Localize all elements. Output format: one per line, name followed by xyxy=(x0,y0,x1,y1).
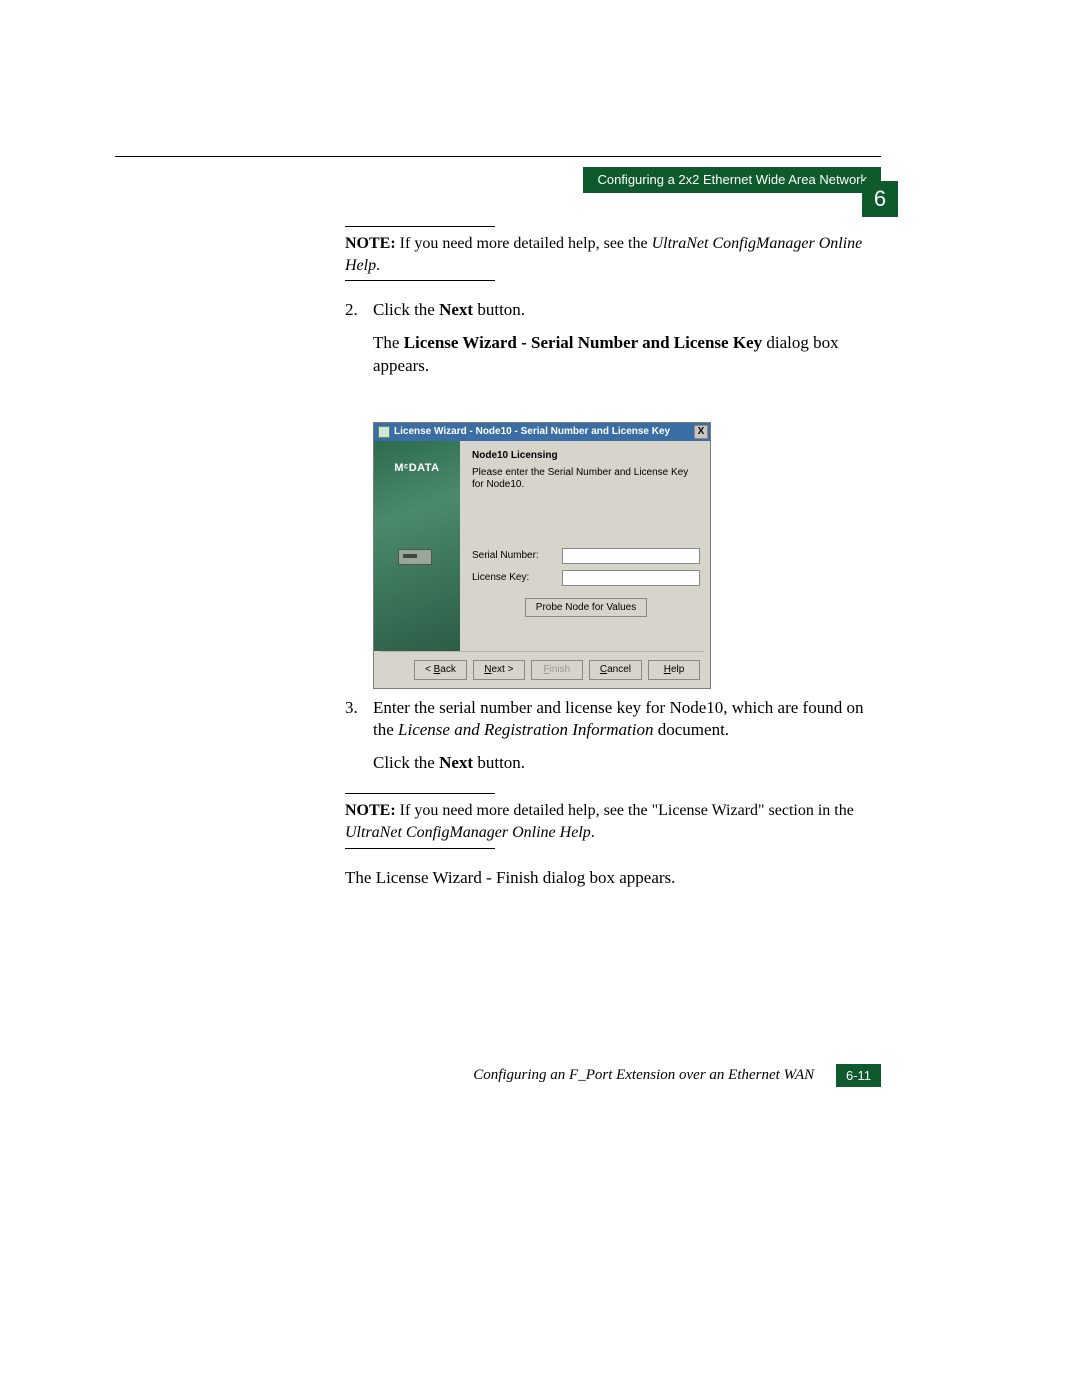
serial-number-label: Serial Number: xyxy=(472,549,562,563)
note-label: NOTE: xyxy=(345,802,396,819)
body-content: NOTE: If you need more detailed help, se… xyxy=(345,222,865,889)
cancel-label: Cancel xyxy=(600,664,631,675)
text: The xyxy=(345,868,376,887)
footer-text: Configuring an F_Port Extension over an … xyxy=(473,1067,814,1083)
note-text-after: . xyxy=(376,257,380,274)
footer-page-number: 6-11 xyxy=(836,1064,881,1087)
note-rule-bottom xyxy=(345,848,495,849)
italic-text: License and Registration Information xyxy=(398,720,653,739)
bold-text: Next xyxy=(439,753,473,772)
serial-number-input[interactable] xyxy=(562,548,700,564)
step-2: 2. Click the Next button. The License Wi… xyxy=(345,299,865,378)
finish-label: Finish xyxy=(544,664,571,675)
dialog-subtitle: Node10 Licensing xyxy=(472,449,700,463)
closing-line: The License Wizard - Finish dialog box a… xyxy=(345,867,865,890)
text: document. xyxy=(654,720,730,739)
step-body: Enter the serial number and license key … xyxy=(373,697,865,776)
step-body: Click the Next button. The License Wizar… xyxy=(373,299,865,378)
back-label: < Back xyxy=(425,664,456,675)
dialog-title: License Wizard - Node10 - Serial Number … xyxy=(394,425,670,439)
chapter-number-tab: 6 xyxy=(862,181,898,217)
page-frame: Configuring a 2x2 Ethernet Wide Area Net… xyxy=(115,156,881,157)
bold-text: Next xyxy=(439,300,473,319)
step-3: 3. Enter the serial number and license k… xyxy=(345,697,865,776)
license-wizard-dialog: License Wizard - Node10 - Serial Number … xyxy=(373,422,711,689)
dialog-description: Please enter the Serial Number and Licen… xyxy=(472,467,700,492)
help-button[interactable]: Help xyxy=(648,660,700,680)
section-header-bar: Configuring a 2x2 Ethernet Wide Area Net… xyxy=(583,167,881,193)
mcdata-logo: MᶜDATA xyxy=(374,461,460,476)
note-italic: UltraNet ConfigManager Online Help xyxy=(345,824,591,841)
text: button. xyxy=(473,753,525,772)
text: The xyxy=(373,333,404,352)
app-icon xyxy=(378,426,390,438)
probe-row: Probe Node for Values xyxy=(472,598,700,618)
note-2: NOTE: If you need more detailed help, se… xyxy=(345,800,865,843)
note-text-after: . xyxy=(591,824,595,841)
license-key-row: License Key: xyxy=(472,570,700,586)
note-text: If you need more detailed help, see the xyxy=(396,235,652,252)
note-rule-top xyxy=(345,793,495,794)
step-number: 2. xyxy=(345,299,373,378)
license-key-input[interactable] xyxy=(562,570,700,586)
page-footer: Configuring an F_Port Extension over an … xyxy=(115,1064,881,1087)
text: Click the xyxy=(373,300,439,319)
cancel-button[interactable]: Cancel xyxy=(589,660,642,680)
device-icon xyxy=(398,549,432,565)
back-button[interactable]: < Back xyxy=(414,660,467,680)
dialog-actions: < Back Next > Finish Cancel Help xyxy=(374,652,710,688)
note-rule-bottom xyxy=(345,280,495,281)
note-text: If you need more detailed help, see the … xyxy=(396,802,854,819)
dialog-main: Node10 Licensing Please enter the Serial… xyxy=(460,441,710,651)
dialog-titlebar: License Wizard - Node10 - Serial Number … xyxy=(374,423,710,441)
next-label: Next > xyxy=(484,664,513,675)
probe-button[interactable]: Probe Node for Values xyxy=(525,598,647,618)
close-icon[interactable]: X xyxy=(694,425,708,439)
dialog-sidebar: MᶜDATA xyxy=(374,441,460,651)
next-button[interactable]: Next > xyxy=(473,660,525,680)
finish-button[interactable]: Finish xyxy=(531,660,583,680)
text: Click the xyxy=(373,753,439,772)
text: dialog box appears. xyxy=(539,868,676,887)
bold-text: License Wizard - Serial Number and Licen… xyxy=(404,333,762,352)
step-number: 3. xyxy=(345,697,373,776)
note-rule-top xyxy=(345,226,495,227)
note-label: NOTE: xyxy=(345,235,396,252)
dialog-body: MᶜDATA Node10 Licensing Please enter the… xyxy=(374,441,710,651)
note-1: NOTE: If you need more detailed help, se… xyxy=(345,233,865,276)
bold-text: License Wizard - Finish xyxy=(376,868,539,887)
license-key-label: License Key: xyxy=(472,571,562,585)
text: button. xyxy=(473,300,525,319)
help-label: Help xyxy=(664,664,685,675)
serial-row: Serial Number: xyxy=(472,548,700,564)
dialog-form: Serial Number: License Key: Probe Node f… xyxy=(472,548,700,618)
